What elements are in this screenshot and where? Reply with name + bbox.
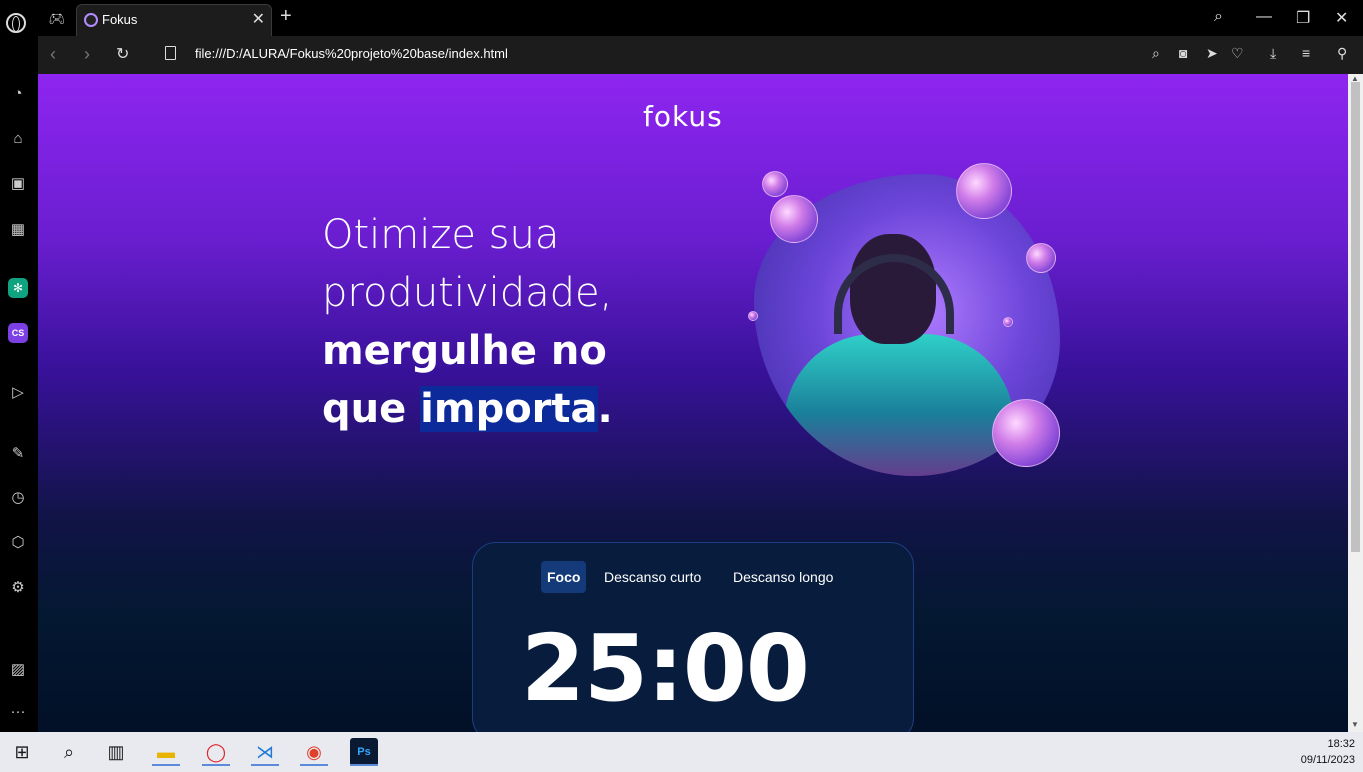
search-tabs-icon[interactable]: ⌕ bbox=[1214, 8, 1223, 26]
active-indicator bbox=[251, 764, 279, 766]
minimize-icon[interactable]: — bbox=[1256, 8, 1272, 26]
timer-card: Foco Descanso curto Descanso longo 25:00 bbox=[472, 542, 914, 732]
photoshop-icon[interactable]: Ps bbox=[350, 738, 378, 766]
cpu-icon[interactable]: ▦ bbox=[8, 220, 28, 240]
tab-title: Fokus bbox=[102, 12, 138, 27]
pinboard-icon[interactable]: ✎ bbox=[8, 444, 28, 464]
close-tab-icon[interactable]: ✕ bbox=[252, 9, 265, 29]
headline-line-2: produtividade, bbox=[322, 270, 613, 316]
shop-icon[interactable]: ⌂ bbox=[8, 129, 28, 149]
back-icon[interactable]: ‹ bbox=[50, 44, 56, 65]
file-explorer-icon[interactable]: ▬ bbox=[152, 738, 180, 766]
task-view-icon[interactable]: ▥ bbox=[102, 738, 130, 766]
settings-icon[interactable]: ⚙ bbox=[8, 578, 28, 598]
search-icon[interactable]: ⌕ bbox=[1152, 45, 1160, 62]
forward-icon[interactable]: › bbox=[84, 44, 90, 65]
player-icon[interactable]: ▷ bbox=[8, 383, 28, 403]
twitch-icon[interactable]: ▣ bbox=[8, 174, 28, 194]
page-viewport: fokus Otimize sua produtividade, mergulh… bbox=[38, 74, 1348, 732]
opera-taskbar-icon[interactable]: ◯ bbox=[202, 738, 230, 766]
reload-icon[interactable]: ↻ bbox=[116, 44, 129, 64]
speed-dial-icon[interactable]: ◔ bbox=[8, 84, 28, 104]
active-indicator bbox=[350, 764, 378, 766]
tab-strip: 🎮︎ Fokus ✕ + ⌕ — ❐ ✕ bbox=[0, 0, 1363, 36]
heart-icon[interactable]: ♡ bbox=[1231, 45, 1244, 62]
scroll-thumb[interactable] bbox=[1351, 82, 1360, 552]
bubble bbox=[1026, 243, 1056, 273]
headline-line-3: mergulhe no bbox=[322, 328, 607, 374]
fokus-logo: fokus bbox=[643, 100, 723, 133]
headline-period: . bbox=[597, 386, 613, 432]
headline-line-4: que importa. bbox=[322, 380, 662, 438]
clock-date: 09/11/2023 bbox=[1300, 754, 1355, 766]
chatsonic-icon[interactable]: CS bbox=[8, 323, 28, 343]
opera-menu-icon[interactable] bbox=[6, 13, 26, 33]
headline: Otimize sua produtividade, mergulhe no q… bbox=[322, 206, 662, 438]
active-indicator bbox=[300, 764, 328, 766]
gamepad-icon[interactable]: 🎮︎ bbox=[44, 8, 70, 30]
scroll-down-icon[interactable]: ▼ bbox=[1351, 720, 1359, 729]
bubble bbox=[770, 195, 818, 243]
chatgpt-icon[interactable]: ✻ bbox=[8, 278, 28, 298]
windows-start-icon[interactable]: ⊞ bbox=[8, 738, 36, 766]
windows-taskbar: ⊞ ⌕ ▥ ▬ ◯ ⋊ ◉ Ps 18:32 09/11/2023 bbox=[0, 732, 1363, 772]
tab-foco[interactable]: Foco bbox=[541, 561, 587, 593]
settings-sliders-icon[interactable]: ≡ bbox=[1302, 45, 1310, 61]
page-scrollbar[interactable]: ▲ ▼ bbox=[1348, 74, 1363, 732]
bubble bbox=[956, 163, 1012, 219]
tab-descanso-curto[interactable]: Descanso curto bbox=[598, 561, 707, 593]
profile-icon[interactable]: ⚲ bbox=[1337, 45, 1347, 62]
highlighted-word: importa bbox=[420, 386, 598, 432]
more-icon[interactable]: ··· bbox=[8, 702, 28, 722]
bubble bbox=[992, 399, 1060, 467]
page-icon bbox=[165, 46, 176, 60]
chrome-icon[interactable]: ◉ bbox=[300, 738, 328, 766]
system-clock[interactable]: 18:32 09/11/2023 bbox=[1301, 736, 1355, 768]
download-icon[interactable]: ⤓ bbox=[1270, 45, 1276, 62]
bubble bbox=[748, 311, 758, 321]
history-icon[interactable]: ◷ bbox=[8, 488, 28, 508]
headline-line-1: Otimize sua bbox=[322, 212, 560, 258]
url-field[interactable]: file:///D:/ALURA/Fokus%20projeto%20base/… bbox=[195, 46, 508, 61]
bubble bbox=[1003, 317, 1013, 327]
address-bar: ‹ › ↻ file:///D:/ALURA/Fokus%20projeto%2… bbox=[38, 36, 1363, 74]
search-taskbar-icon[interactable]: ⌕ bbox=[55, 738, 83, 766]
active-indicator bbox=[202, 764, 230, 766]
bubble bbox=[762, 171, 788, 197]
jacket-shape bbox=[784, 334, 1014, 476]
headline-word: que bbox=[322, 386, 421, 432]
close-window-icon[interactable]: ✕ bbox=[1335, 8, 1348, 28]
vscode-icon[interactable]: ⋊ bbox=[251, 738, 279, 766]
extensions-icon[interactable]: ⬡ bbox=[8, 533, 28, 553]
active-indicator bbox=[152, 764, 180, 766]
send-icon[interactable]: ➤ bbox=[1206, 45, 1218, 62]
new-tab-button[interactable]: + bbox=[280, 5, 292, 28]
tab-favicon-icon bbox=[84, 13, 98, 27]
camera-icon[interactable]: ◙ bbox=[1179, 45, 1187, 61]
gallery-icon[interactable]: ▨ bbox=[8, 660, 28, 680]
clock-time: 18:32 bbox=[1327, 738, 1355, 750]
browser-tab[interactable]: Fokus ✕ bbox=[76, 4, 272, 36]
restore-icon[interactable]: ❐ bbox=[1296, 8, 1310, 28]
hero-image bbox=[748, 163, 1068, 479]
tab-descanso-longo[interactable]: Descanso longo bbox=[727, 561, 839, 593]
sidebar: ◔ ⌂ ▣ ▦ ✻ CS ▷ ✎ ◷ ⬡ ⚙ ▨ ··· bbox=[0, 36, 38, 732]
timer-display: 25:00 bbox=[521, 615, 810, 722]
